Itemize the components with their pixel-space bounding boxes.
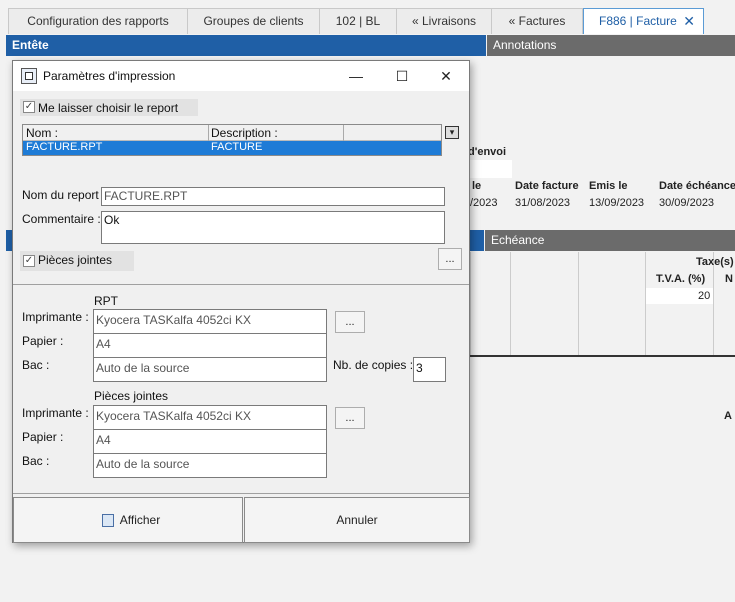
grid-line [578, 252, 579, 356]
col-name-header[interactable]: Nom : [26, 126, 58, 140]
close-icon[interactable]: ✕ [683, 9, 695, 33]
printer-ellipsis-button[interactable]: ... [335, 311, 365, 333]
close-button[interactable]: ✕ [423, 61, 469, 91]
entete-header: Entête [6, 35, 486, 56]
taxes-header: Taxe(s) [696, 256, 734, 268]
report-name-label: Nom du report : [22, 188, 106, 202]
maximize-button[interactable]: ☐ [379, 61, 425, 91]
paper-label: Papier : [22, 334, 64, 348]
m-header: N [725, 273, 733, 285]
tab-bar: Configuration des rapports Groupes de cl… [0, 0, 735, 35]
report-list[interactable]: Nom : Description : ▾ FACTURE.RPT FACTUR… [22, 124, 459, 156]
col-header: Date échéance [659, 180, 735, 192]
echeance-header: Echéance [485, 230, 735, 251]
attach-paper-label: Papier : [22, 430, 64, 444]
tab-bl[interactable]: 102 | BL [319, 8, 397, 34]
table-cell: 30/09/2023 [659, 197, 715, 209]
tray-label: Bac : [22, 358, 50, 372]
tva-header: T.V.A. (%) [656, 273, 706, 285]
tab-livraisons[interactable]: « Livraisons [396, 8, 492, 34]
list-menu-icon[interactable]: ▾ [445, 126, 459, 139]
dialog-title: Paramètres d'impression [43, 69, 176, 83]
comment-field[interactable]: Ok [101, 211, 445, 244]
separator [13, 493, 469, 494]
list-item[interactable]: FACTURE.RPT FACTURE [23, 141, 441, 155]
tab-groupes-clients[interactable]: Groupes de clients [187, 8, 320, 34]
show-button[interactable]: Afficher [13, 497, 243, 543]
tab-label: « Factures [508, 14, 566, 28]
attach-tray-field[interactable]: Auto de la source [93, 453, 327, 478]
tva-value: 20 [698, 290, 711, 302]
tab-label: Configuration des rapports [27, 14, 169, 28]
dialog-titlebar[interactable]: Paramètres d'impression — ☐ ✕ [13, 61, 469, 91]
attach-printer-label: Imprimante : [22, 406, 89, 420]
tab-label: F886 | Facture [599, 14, 677, 28]
print-settings-dialog: Paramètres d'impression — ☐ ✕ ✓ Me laiss… [12, 60, 470, 543]
tab-configuration-rapports[interactable]: Configuration des rapports [8, 8, 188, 34]
table-cell: 31/08/2023 [515, 197, 571, 209]
attach-printer-field[interactable]: Kyocera TASKalfa 4052ci KX [93, 405, 327, 430]
col-header: Date facture [515, 180, 579, 192]
attachments-section-title: Pièces jointes [94, 389, 169, 403]
col-header: le [472, 180, 482, 192]
tab-label: 102 | BL [335, 14, 381, 28]
divider-line [470, 355, 735, 357]
attachments-checkbox[interactable]: ✓ [23, 255, 35, 267]
preview-icon [102, 514, 114, 527]
attachments-row[interactable]: ✓ Pièces jointes [20, 251, 134, 271]
printer-label: Imprimante : [22, 310, 89, 324]
cancel-button-label: Annuler [336, 513, 378, 527]
col-header: Emis le [589, 180, 628, 192]
paper-field[interactable]: A4 [93, 333, 327, 358]
attachments-ellipsis-button[interactable]: ... [438, 248, 462, 270]
tray-field[interactable]: Auto de la source [93, 357, 327, 382]
table-cell: /2023 [470, 197, 498, 209]
copies-field[interactable]: 3 [413, 357, 446, 382]
comment-label: Commentaire : [22, 212, 101, 226]
printer-field[interactable]: Kyocera TASKalfa 4052ci KX [93, 309, 327, 334]
list-item-name: FACTURE.RPT [26, 141, 103, 153]
grid-line [510, 252, 511, 356]
rpt-section-title: RPT [94, 294, 118, 308]
list-item-description: FACTURE [211, 141, 263, 153]
minimize-button[interactable]: — [333, 61, 379, 91]
envoi-label: d'envoi [468, 146, 507, 158]
separator [13, 284, 469, 285]
a-letter: A [724, 410, 732, 422]
copies-label: Nb. de copies : [333, 358, 414, 372]
tab-label: « Livraisons [411, 14, 477, 28]
cancel-button[interactable]: Annuler [244, 497, 470, 543]
show-button-label: Afficher [119, 513, 161, 527]
annotations-header: Annotations [487, 35, 735, 56]
let-choose-checkbox[interactable]: ✓ [23, 101, 35, 113]
let-choose-row[interactable]: ✓ Me laisser choisir le report [20, 99, 198, 116]
tab-factures[interactable]: « Factures [491, 8, 583, 34]
tab-facture-f886[interactable]: F886 | Facture ✕ [583, 8, 704, 35]
printer-icon [21, 68, 37, 84]
attach-tray-label: Bac : [22, 454, 50, 468]
attach-printer-ellipsis-button[interactable]: ... [335, 407, 365, 429]
let-choose-label: Me laisser choisir le report [38, 101, 179, 115]
report-list-header: Nom : Description : ▾ [23, 125, 459, 141]
grid-line [645, 252, 646, 356]
table-cell: 13/09/2023 [589, 197, 645, 209]
attach-paper-field[interactable]: A4 [93, 429, 327, 454]
col-description-header[interactable]: Description : [211, 126, 278, 140]
tab-label: Groupes de clients [203, 14, 304, 28]
report-name-field[interactable]: FACTURE.RPT [101, 187, 445, 206]
attachments-label: Pièces jointes [38, 253, 113, 267]
